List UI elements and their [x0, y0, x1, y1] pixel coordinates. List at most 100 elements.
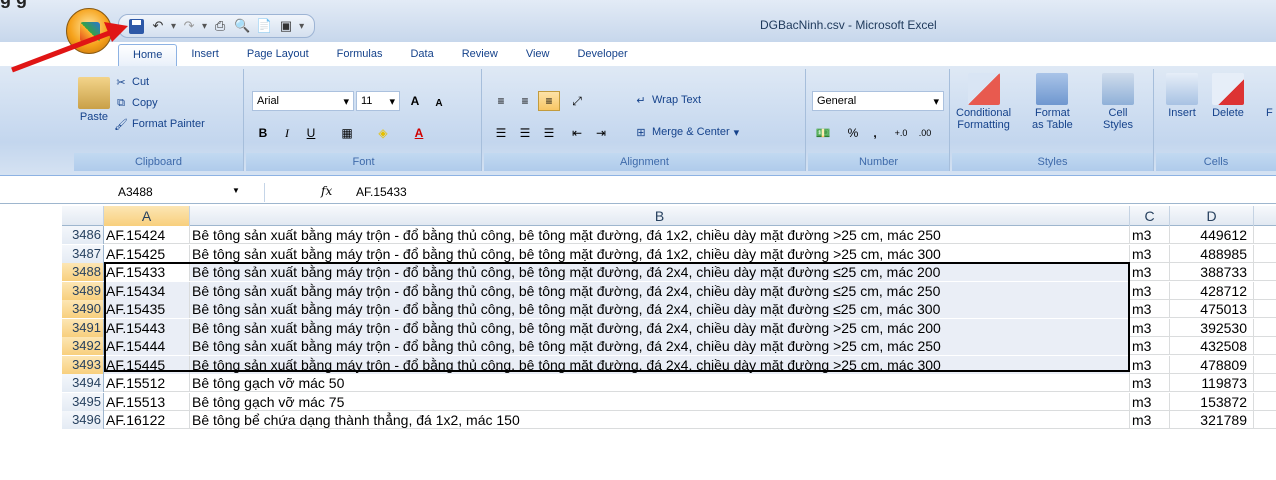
cell-styles-button[interactable]: Cell Styles: [1102, 73, 1134, 131]
row-header[interactable]: 3487: [62, 244, 104, 263]
comma-button[interactable]: ,: [864, 123, 886, 143]
insert-cells-button[interactable]: Insert: [1166, 73, 1198, 119]
font-name-select[interactable]: Arial ▾: [252, 91, 354, 111]
cell-unit[interactable]: m3: [1130, 318, 1170, 337]
format-painter-button[interactable]: 🖌 Format Painter: [114, 117, 205, 131]
number-format-select[interactable]: General ▾: [812, 91, 944, 111]
cell-unit[interactable]: m3: [1130, 244, 1170, 263]
cell-price[interactable]: 488985: [1170, 244, 1254, 263]
cell-description[interactable]: Bê tông sản xuất bằng máy trộn - đổ bằng…: [190, 263, 1130, 281]
tab-data[interactable]: Data: [396, 44, 447, 66]
row-header[interactable]: 3491: [62, 318, 104, 337]
cell-code[interactable]: AF.16122: [104, 411, 190, 429]
percent-button[interactable]: %: [842, 123, 864, 143]
cell-price[interactable]: 478809: [1170, 355, 1254, 374]
cell-price[interactable]: 321789: [1170, 411, 1254, 429]
chevron-down-icon[interactable]: ▼: [232, 186, 240, 195]
cell-description[interactable]: Bê tông sản xuất bằng máy trộn - đổ bằng…: [190, 281, 1130, 300]
cell-code[interactable]: AF.15425: [104, 244, 190, 263]
tab-formulas[interactable]: Formulas: [323, 44, 397, 66]
cell-description[interactable]: Bê tông bể chứa dạng thành thẳng, đá 1x2…: [190, 411, 1130, 429]
borders-icon[interactable]: ▦: [336, 123, 358, 143]
align-top-icon[interactable]: ≡: [490, 91, 512, 111]
cell-price[interactable]: 392530: [1170, 318, 1254, 337]
cell-price[interactable]: 449612: [1170, 226, 1254, 244]
increase-indent-icon[interactable]: ⇥: [590, 123, 612, 143]
delete-cells-button[interactable]: Delete: [1212, 73, 1244, 119]
cell-code[interactable]: AF.15512: [104, 374, 190, 392]
tab-review[interactable]: Review: [448, 44, 512, 66]
wrap-text-button[interactable]: ↵ Wrap Text: [634, 93, 701, 107]
format-as-table-button[interactable]: Format as Table: [1032, 73, 1073, 131]
underline-button[interactable]: U: [300, 123, 322, 143]
cell-price[interactable]: 388733: [1170, 263, 1254, 281]
cell-description[interactable]: Bê tông sản xuất bằng máy trộn - đổ bằng…: [190, 244, 1130, 263]
row-header[interactable]: 3490: [62, 300, 104, 318]
cell-price[interactable]: 119873: [1170, 374, 1254, 392]
cell-description[interactable]: Bê tông sản xuất bằng máy trộn - đổ bằng…: [190, 355, 1130, 374]
column-header-c[interactable]: C: [1130, 206, 1170, 226]
cell-unit[interactable]: m3: [1130, 411, 1170, 429]
cell-unit[interactable]: m3: [1130, 337, 1170, 355]
italic-button[interactable]: I: [276, 123, 298, 143]
print-button[interactable]: ⎙: [211, 17, 229, 35]
cell-price[interactable]: 475013: [1170, 300, 1254, 318]
grow-font-button[interactable]: A: [404, 91, 426, 111]
print-preview-button[interactable]: 🔍: [233, 17, 251, 35]
open-button[interactable]: 📄: [255, 17, 273, 35]
row-header[interactable]: 3489: [62, 281, 104, 300]
row-header[interactable]: 3495: [62, 392, 104, 411]
align-right-icon[interactable]: ☰: [538, 123, 560, 143]
cell-code[interactable]: AF.15433: [104, 263, 190, 281]
cell-code[interactable]: AF.15424: [104, 226, 190, 244]
cell-unit[interactable]: m3: [1130, 226, 1170, 244]
cell-code[interactable]: AF.15434: [104, 281, 190, 300]
cell-code[interactable]: AF.15435: [104, 300, 190, 318]
cell-unit[interactable]: m3: [1130, 300, 1170, 318]
fill-color-icon[interactable]: ◈: [372, 123, 394, 143]
cell-code[interactable]: AF.15445: [104, 355, 190, 374]
cell-description[interactable]: Bê tông gạch vỡ mác 75: [190, 392, 1130, 411]
formula-input[interactable]: AF.15433: [356, 185, 407, 199]
align-bottom-icon[interactable]: ≡: [538, 91, 560, 111]
decrease-indent-icon[interactable]: ⇤: [566, 123, 588, 143]
select-all-corner[interactable]: [62, 206, 104, 226]
insert-function-icon[interactable]: fx: [321, 184, 332, 198]
tab-insert[interactable]: Insert: [177, 44, 233, 66]
tab-view[interactable]: View: [512, 44, 564, 66]
increase-decimal-icon[interactable]: +.0: [890, 123, 912, 143]
cell-code[interactable]: AF.15443: [104, 318, 190, 337]
font-color-icon[interactable]: A: [408, 123, 430, 143]
align-left-icon[interactable]: ☰: [490, 123, 512, 143]
tab-developer[interactable]: Developer: [563, 44, 641, 66]
tab-page-layout[interactable]: Page Layout: [233, 44, 323, 66]
cell-unit[interactable]: m3: [1130, 355, 1170, 374]
cell-unit[interactable]: m3: [1130, 374, 1170, 392]
cell-description[interactable]: Bê tông sản xuất bằng máy trộn - đổ bằng…: [190, 318, 1130, 337]
cell-price[interactable]: 428712: [1170, 281, 1254, 300]
currency-icon[interactable]: 💵: [812, 123, 834, 143]
format-cells-button[interactable]: F: [1266, 107, 1273, 119]
row-header[interactable]: 3496: [62, 411, 104, 429]
cell-unit[interactable]: m3: [1130, 263, 1170, 281]
cell-description[interactable]: Bê tông sản xuất bằng máy trộn - đổ bằng…: [190, 300, 1130, 318]
cell-unit[interactable]: m3: [1130, 392, 1170, 411]
row-header[interactable]: 3492: [62, 337, 104, 355]
row-header[interactable]: 3488: [62, 263, 104, 281]
cell-unit[interactable]: m3: [1130, 281, 1170, 300]
cell-code[interactable]: AF.15513: [104, 392, 190, 411]
customize-qat-icon[interactable]: ▾: [299, 21, 304, 32]
copy-button[interactable]: ⧉ Copy: [114, 96, 158, 110]
decrease-decimal-icon[interactable]: .00: [914, 123, 936, 143]
paste-button[interactable]: Paste: [78, 77, 110, 123]
merge-center-button[interactable]: ⊞ Merge & Center ▾: [634, 125, 739, 139]
column-header-b[interactable]: B: [190, 206, 1130, 226]
extra-qat-button[interactable]: ▣: [277, 17, 295, 35]
cell-description[interactable]: Bê tông sản xuất bằng máy trộn - đổ bằng…: [190, 337, 1130, 355]
undo-button[interactable]: ↶: [149, 17, 167, 35]
orientation-icon[interactable]: ⤢: [566, 91, 588, 111]
cell-price[interactable]: 153872: [1170, 392, 1254, 411]
row-header[interactable]: 3493: [62, 355, 104, 374]
align-center-icon[interactable]: ☰: [514, 123, 536, 143]
cell-description[interactable]: Bê tông gạch vỡ mác 50: [190, 374, 1130, 392]
